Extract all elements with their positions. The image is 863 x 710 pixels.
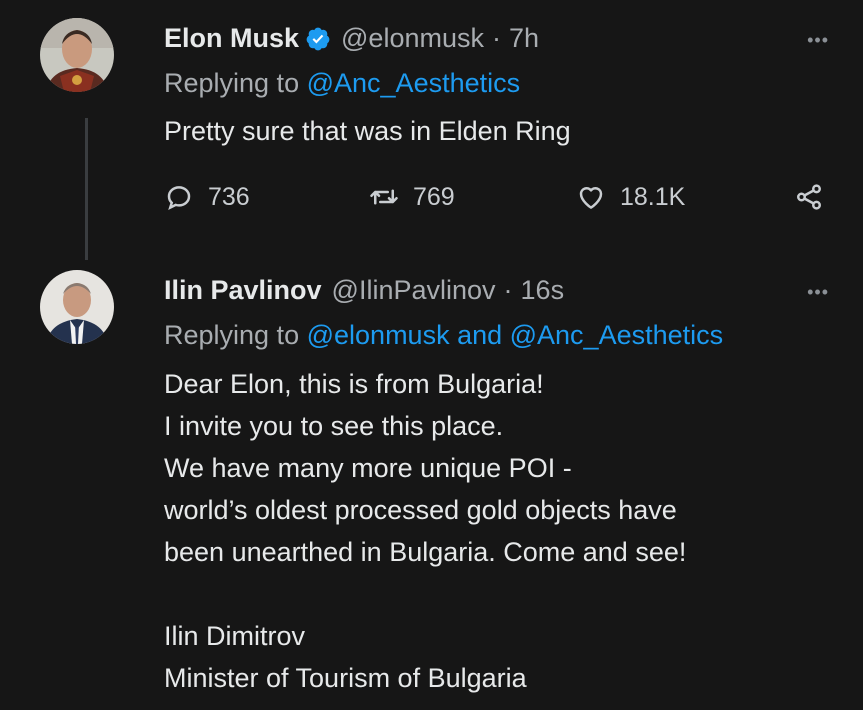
separator-dot: · bbox=[491, 23, 501, 53]
reply-icon bbox=[167, 186, 191, 211]
tweet-line: I invite you to see this place. bbox=[164, 411, 504, 441]
more-options-icon[interactable]: ••• bbox=[807, 282, 829, 303]
tweet-line: been unearthed in Bulgaria. Come and see… bbox=[164, 537, 687, 567]
avatar-ilin[interactable] bbox=[40, 270, 114, 344]
tweet-line: We have many more unique POI - bbox=[164, 453, 572, 483]
like-button[interactable]: 18.1K bbox=[576, 182, 685, 212]
tweet-line: Dear Elon, this is from Bulgaria! bbox=[164, 369, 544, 399]
reply-count: 736 bbox=[208, 182, 250, 211]
replying-to-label: Replying to bbox=[164, 68, 300, 98]
share-button[interactable] bbox=[794, 182, 838, 212]
tweet-ilin[interactable]: Ilin Pavlinov @IlinPavlinov · 16s ••• Re… bbox=[0, 260, 863, 710]
author-name[interactable]: Ilin Pavlinov bbox=[164, 275, 322, 306]
author-name[interactable]: Elon Musk bbox=[164, 23, 299, 54]
tweet-line: Ilin Dimitrov bbox=[164, 621, 306, 651]
retweet-icon bbox=[370, 189, 398, 205]
tweet-text: Dear Elon, this is from Bulgaria! I invi… bbox=[164, 363, 686, 699]
timestamp[interactable]: 7h bbox=[509, 23, 539, 54]
tweet-elon[interactable]: Elon Musk @elonmusk · 7h ••• Replying to… bbox=[0, 0, 863, 260]
tweet-actions: 736 769 18.1K bbox=[164, 178, 832, 222]
tweet-text: Pretty sure that was in Elden Ring bbox=[164, 116, 571, 146]
thread-line bbox=[85, 118, 88, 260]
reply-mention-link[interactable]: @elonmusk and @Anc_Aesthetics bbox=[307, 320, 724, 350]
verified-badge-icon bbox=[305, 26, 331, 52]
tweet-line: Minister of Tourism of Bulgaria bbox=[164, 663, 527, 693]
replying-to: Replying to @Anc_Aesthetics bbox=[164, 68, 520, 99]
like-count: 18.1K bbox=[620, 182, 686, 211]
separator-dot: · bbox=[503, 275, 513, 305]
replying-to: Replying to @elonmusk and @Anc_Aesthetic… bbox=[164, 320, 723, 351]
avatar-elon[interactable] bbox=[40, 18, 114, 92]
retweet-button[interactable]: 769 bbox=[369, 182, 455, 212]
tweet-header: Elon Musk @elonmusk · 7h bbox=[164, 23, 539, 54]
share-icon bbox=[797, 184, 821, 210]
replying-to-label: Replying to bbox=[164, 320, 300, 350]
tweet-line: world’s oldest processed gold objects ha… bbox=[164, 495, 677, 525]
tweet-header: Ilin Pavlinov @IlinPavlinov · 16s bbox=[164, 275, 564, 306]
reply-button[interactable]: 736 bbox=[164, 182, 250, 212]
like-icon bbox=[579, 187, 603, 209]
retweet-count: 769 bbox=[413, 182, 455, 211]
tweet-line bbox=[164, 573, 686, 615]
reply-mention-link[interactable]: @Anc_Aesthetics bbox=[307, 68, 521, 98]
author-handle[interactable]: @elonmusk bbox=[341, 23, 484, 54]
timestamp[interactable]: 16s bbox=[521, 275, 565, 306]
author-handle[interactable]: @IlinPavlinov bbox=[332, 275, 496, 306]
more-options-icon[interactable]: ••• bbox=[807, 30, 829, 51]
